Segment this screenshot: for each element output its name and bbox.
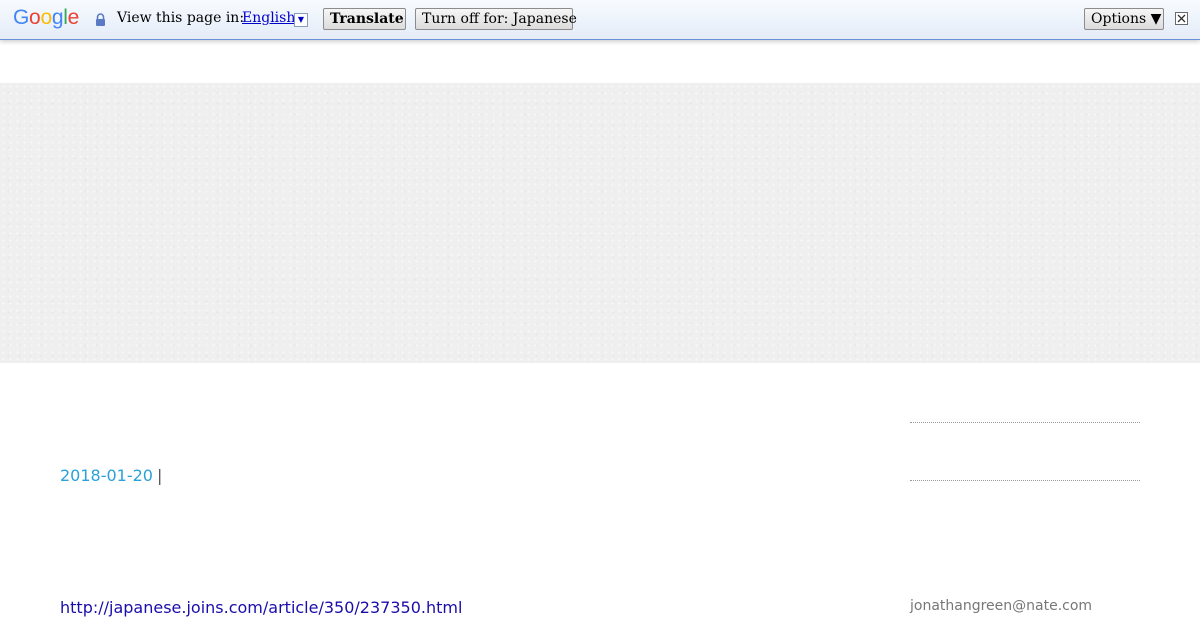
close-icon[interactable] xyxy=(1175,12,1188,25)
options-button[interactable]: Options ▼ xyxy=(1084,8,1164,30)
meta-separator: | xyxy=(156,466,163,485)
logo-letter: e xyxy=(67,6,80,29)
chevron-down-icon[interactable]: ▼ xyxy=(294,13,308,27)
logo-letter: o xyxy=(40,6,52,29)
header-banner xyxy=(0,83,1200,363)
google-logo: Google xyxy=(13,6,79,30)
source-article-link[interactable]: http://japanese.joins.com/article/350/23… xyxy=(60,598,462,618)
post-meta: 2018-01-20 | xyxy=(60,466,162,486)
contact-email: jonathangreen@nate.com xyxy=(910,598,1093,614)
lock-icon xyxy=(95,12,106,26)
logo-letter: G xyxy=(13,6,30,29)
sidebar-divider xyxy=(910,422,1140,423)
sidebar-divider xyxy=(910,480,1140,481)
turn-off-translation-button[interactable]: Turn off for: Japanese xyxy=(415,8,577,30)
view-page-in-label: View this page in: xyxy=(117,10,245,26)
translate-button[interactable]: Translate xyxy=(323,8,406,30)
google-translate-bar: Google View this page in: English ▼ Tran… xyxy=(0,0,1200,40)
post-date-link[interactable]: 2018-01-20 xyxy=(60,466,153,485)
logo-letter: g xyxy=(51,6,64,29)
language-selector-link[interactable]: English xyxy=(242,10,295,26)
logo-letter: o xyxy=(29,6,41,29)
